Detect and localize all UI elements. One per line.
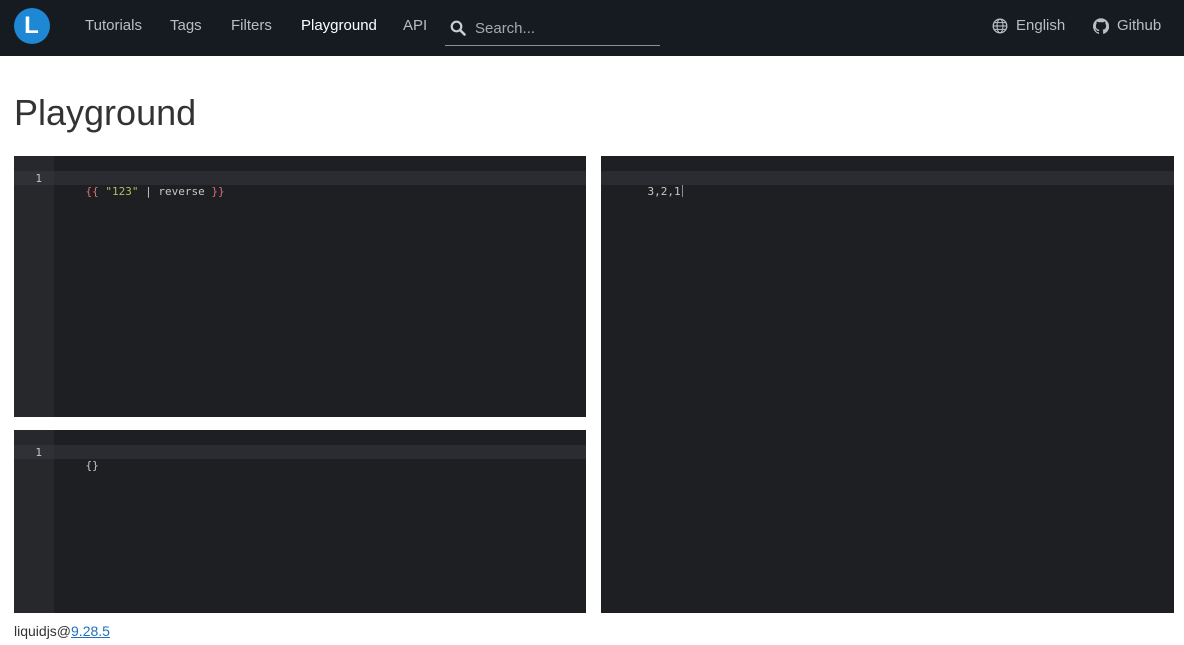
logo-letter: L (24, 12, 39, 39)
editor-gutter (14, 156, 54, 417)
output-editor[interactable]: 3,2,1 (601, 156, 1174, 613)
search-icon (450, 20, 466, 36)
code-filter: | reverse (145, 185, 205, 198)
footer-package: liquidjs@ (14, 623, 72, 639)
output-code: 3,2,1 (647, 185, 681, 198)
page-title: Playground (14, 92, 197, 133)
github-label: Github (1117, 17, 1162, 34)
language-switcher[interactable]: English (992, 17, 1065, 34)
active-line-highlight (14, 445, 586, 459)
template-editor[interactable]: 1 {{ "123" | reverse }} (14, 156, 586, 417)
nav-link-tags[interactable]: Tags (170, 17, 202, 34)
active-line-highlight (601, 171, 1174, 185)
context-code: {} (85, 459, 99, 472)
nav-link-tutorials[interactable]: Tutorials (85, 17, 142, 34)
code-string: "123" (105, 185, 139, 198)
nav-link-api[interactable]: API (403, 17, 427, 34)
liquidjs-logo[interactable]: L (14, 8, 50, 44)
globe-icon (992, 18, 1008, 33)
footer-version: liquidjs@9.28.5 (14, 623, 110, 639)
search-input[interactable] (475, 18, 655, 38)
template-code-line[interactable]: {{ "123" | reverse }} (59, 172, 225, 211)
context-editor[interactable]: 1 {} (14, 430, 586, 613)
version-link[interactable]: 9.28.5 (71, 623, 110, 639)
github-icon (1093, 17, 1109, 34)
github-link[interactable]: Github (1093, 17, 1161, 34)
context-code-line[interactable]: {} (59, 446, 99, 485)
output-code-line[interactable]: 3,2,1 (621, 172, 683, 211)
line-number: 1 (35, 446, 42, 459)
line-number: 1 (35, 172, 42, 185)
search-box (445, 12, 660, 46)
code-open-brace: {{ (85, 185, 99, 198)
nav-link-playground[interactable]: Playground (301, 17, 377, 34)
nav-link-filters[interactable]: Filters (231, 17, 272, 34)
text-cursor (681, 185, 683, 197)
code-close-brace: }} (211, 185, 225, 198)
language-label: English (1016, 17, 1066, 34)
top-navbar: L Tutorials Tags Filters Playground API … (0, 0, 1184, 56)
